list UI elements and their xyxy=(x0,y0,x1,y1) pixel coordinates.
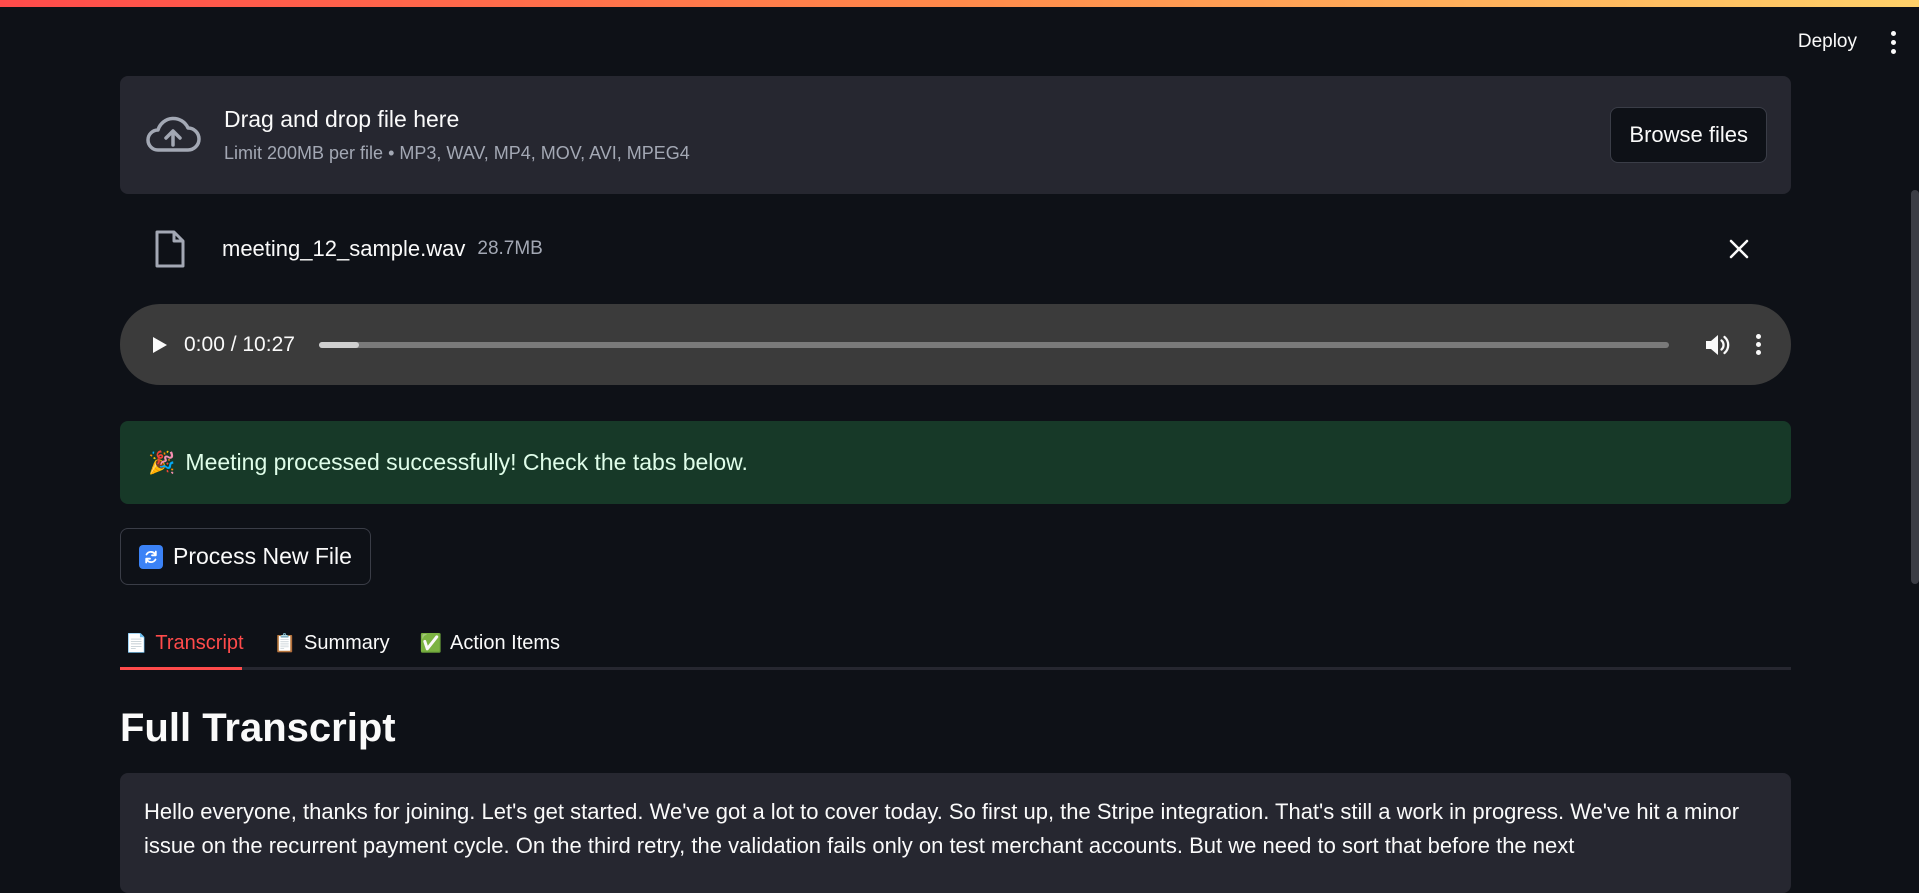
party-icon: 🎉 xyxy=(148,449,176,475)
success-message: Meeting processed successfully! Check th… xyxy=(185,449,748,475)
file-icon xyxy=(155,230,185,268)
audio-seek-bar[interactable] xyxy=(318,341,1669,348)
tab-summary-label: Summary xyxy=(304,631,390,654)
main-content: Drag and drop file here Limit 200MB per … xyxy=(120,76,1791,893)
section-title: Full Transcript xyxy=(120,706,396,750)
page-scrollbar[interactable] xyxy=(1911,190,1919,584)
tab-summary[interactable]: 📋 Summary xyxy=(269,619,395,667)
clipboard-icon: 📋 xyxy=(273,632,297,653)
file-size: 28.7MB xyxy=(477,238,543,259)
tab-action-items-label: Action Items xyxy=(450,631,561,654)
tab-transcript-label: Transcript xyxy=(155,631,244,654)
browse-files-button[interactable]: Browse files xyxy=(1610,107,1767,163)
checkmark-icon: ✅ xyxy=(419,632,443,653)
uploaded-file-row: meeting_12_sample.wav 28.7MB xyxy=(120,194,1791,304)
tab-bar: 📄 Transcript 📋 Summary ✅ Action Items xyxy=(120,615,1791,670)
audio-progress-fill xyxy=(318,341,360,348)
remove-file-icon[interactable] xyxy=(1727,237,1751,261)
play-icon[interactable] xyxy=(148,334,170,356)
uploader-limit-text: Limit 200MB per file • MP3, WAV, MP4, MO… xyxy=(224,143,690,163)
deploy-button[interactable]: Deploy xyxy=(1790,27,1865,57)
main-menu-icon[interactable] xyxy=(1881,28,1905,56)
transcript-text-box: Hello everyone, thanks for joining. Let'… xyxy=(120,773,1791,893)
page-icon: 📄 xyxy=(125,632,148,653)
refresh-icon xyxy=(139,544,163,569)
tab-action-items[interactable]: ✅ Action Items xyxy=(415,619,565,667)
file-name: meeting_12_sample.wav xyxy=(222,236,466,261)
audio-time: 0:00 / 10:27 xyxy=(184,332,295,356)
top-decoration-bar xyxy=(0,0,1919,7)
process-new-file-button[interactable]: Process New File xyxy=(120,528,371,585)
audio-options-icon[interactable] xyxy=(1753,332,1763,358)
file-uploader-dropzone[interactable]: Drag and drop file here Limit 200MB per … xyxy=(120,76,1791,194)
uploader-title: Drag and drop file here xyxy=(224,106,460,132)
volume-icon[interactable] xyxy=(1703,331,1731,359)
success-alert: 🎉 Meeting processed successfully! Check … xyxy=(120,421,1791,504)
active-tab-indicator xyxy=(120,667,242,670)
audio-player: 0:00 / 10:27 xyxy=(120,304,1791,385)
tab-transcript[interactable]: 📄 Transcript xyxy=(120,619,249,667)
cloud-upload-icon xyxy=(146,116,201,152)
app-header: Deploy xyxy=(1790,24,1919,60)
process-new-file-label: Process New File xyxy=(173,543,352,569)
uploader-instructions: Drag and drop file here Limit 200MB per … xyxy=(224,106,1610,164)
